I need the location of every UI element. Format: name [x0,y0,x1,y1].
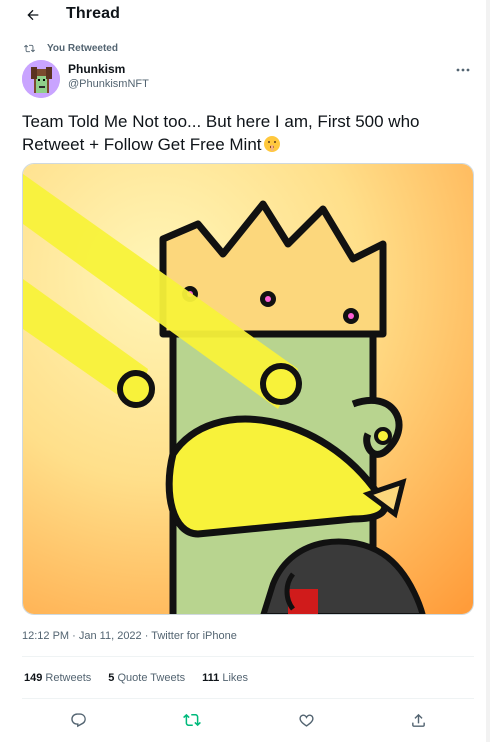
page-title: Thread [66,5,120,22]
meta-separator: · [141,630,152,642]
divider [22,656,474,657]
tweet-source[interactable]: Twitter for iPhone [151,630,237,642]
thread-header: Thread [0,0,490,30]
quote-tweets-label: Quote Tweets [117,672,186,684]
shushing-face-icon [263,135,281,153]
like-icon [298,713,314,727]
retweet-icon [24,44,35,52]
retweet-icon [183,713,201,727]
avatar-image [22,60,60,98]
author-name[interactable]: Phunkism [68,62,125,76]
quote-tweets-count: 5 [108,672,115,684]
tweet-text: Team Told Me Not too... But here I am, F… [22,110,472,156]
back-arrow-icon [27,9,39,21]
scrollbar[interactable] [486,0,490,742]
tweet-meta: 12:12 PM · Jan 11, 2022 · Twitter for iP… [22,630,237,642]
tweet-stats: 149 Retweets 5 Quote Tweets 111 Likes [24,672,265,684]
likes-label: Likes [222,672,249,684]
reply-button[interactable] [66,708,90,732]
likes-stat[interactable]: 111 Likes [202,672,248,684]
meta-separator: · [69,630,79,642]
quote-tweets-stat[interactable]: 5 Quote Tweets [108,672,185,684]
retweets-count: 149 [24,672,43,684]
reply-icon [70,712,86,727]
retweets-stat[interactable]: 149 Retweets [24,672,91,684]
divider [22,698,474,699]
share-button[interactable] [406,708,430,732]
likes-count: 111 [202,672,220,684]
tweet-media-image[interactable] [22,163,474,615]
avatar[interactable] [22,60,60,98]
back-button[interactable] [22,4,44,26]
tweet-date[interactable]: Jan 11, 2022 [79,630,142,642]
like-button[interactable] [294,708,318,732]
author-handle[interactable]: @PhunkismNFT [68,78,149,90]
more-button[interactable] [456,64,474,74]
more-icon [456,68,470,72]
retweet-button[interactable] [180,708,204,732]
tweet-time[interactable]: 12:12 PM [22,630,69,642]
tweet-body: Team Told Me Not too... But here I am, F… [22,112,420,154]
nft-artwork [23,164,473,614]
retweets-label: Retweets [45,672,92,684]
retweet-context: You Retweeted [24,41,118,55]
tweet-actions [0,708,490,732]
share-icon [411,713,425,727]
retweet-context-label: You Retweeted [47,42,118,54]
